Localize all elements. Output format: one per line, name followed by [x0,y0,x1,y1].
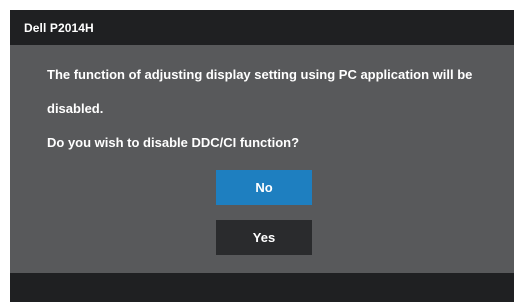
osd-dialog: Dell P2014H The function of adjusting di… [10,10,514,302]
footer-bar [10,273,514,302]
yes-button[interactable]: Yes [216,220,312,255]
yes-button-label: Yes [252,230,276,245]
no-button[interactable]: No [216,170,312,205]
message-line-1: The function of adjusting display settin… [47,67,473,82]
monitor-title: Dell P2014H [24,21,94,35]
message-line-2: disabled. [47,101,104,116]
no-button-label: No [255,180,273,195]
question-text: Do you wish to disable DDC/CI function? [47,135,300,150]
title-bar: Dell P2014H [10,10,514,45]
